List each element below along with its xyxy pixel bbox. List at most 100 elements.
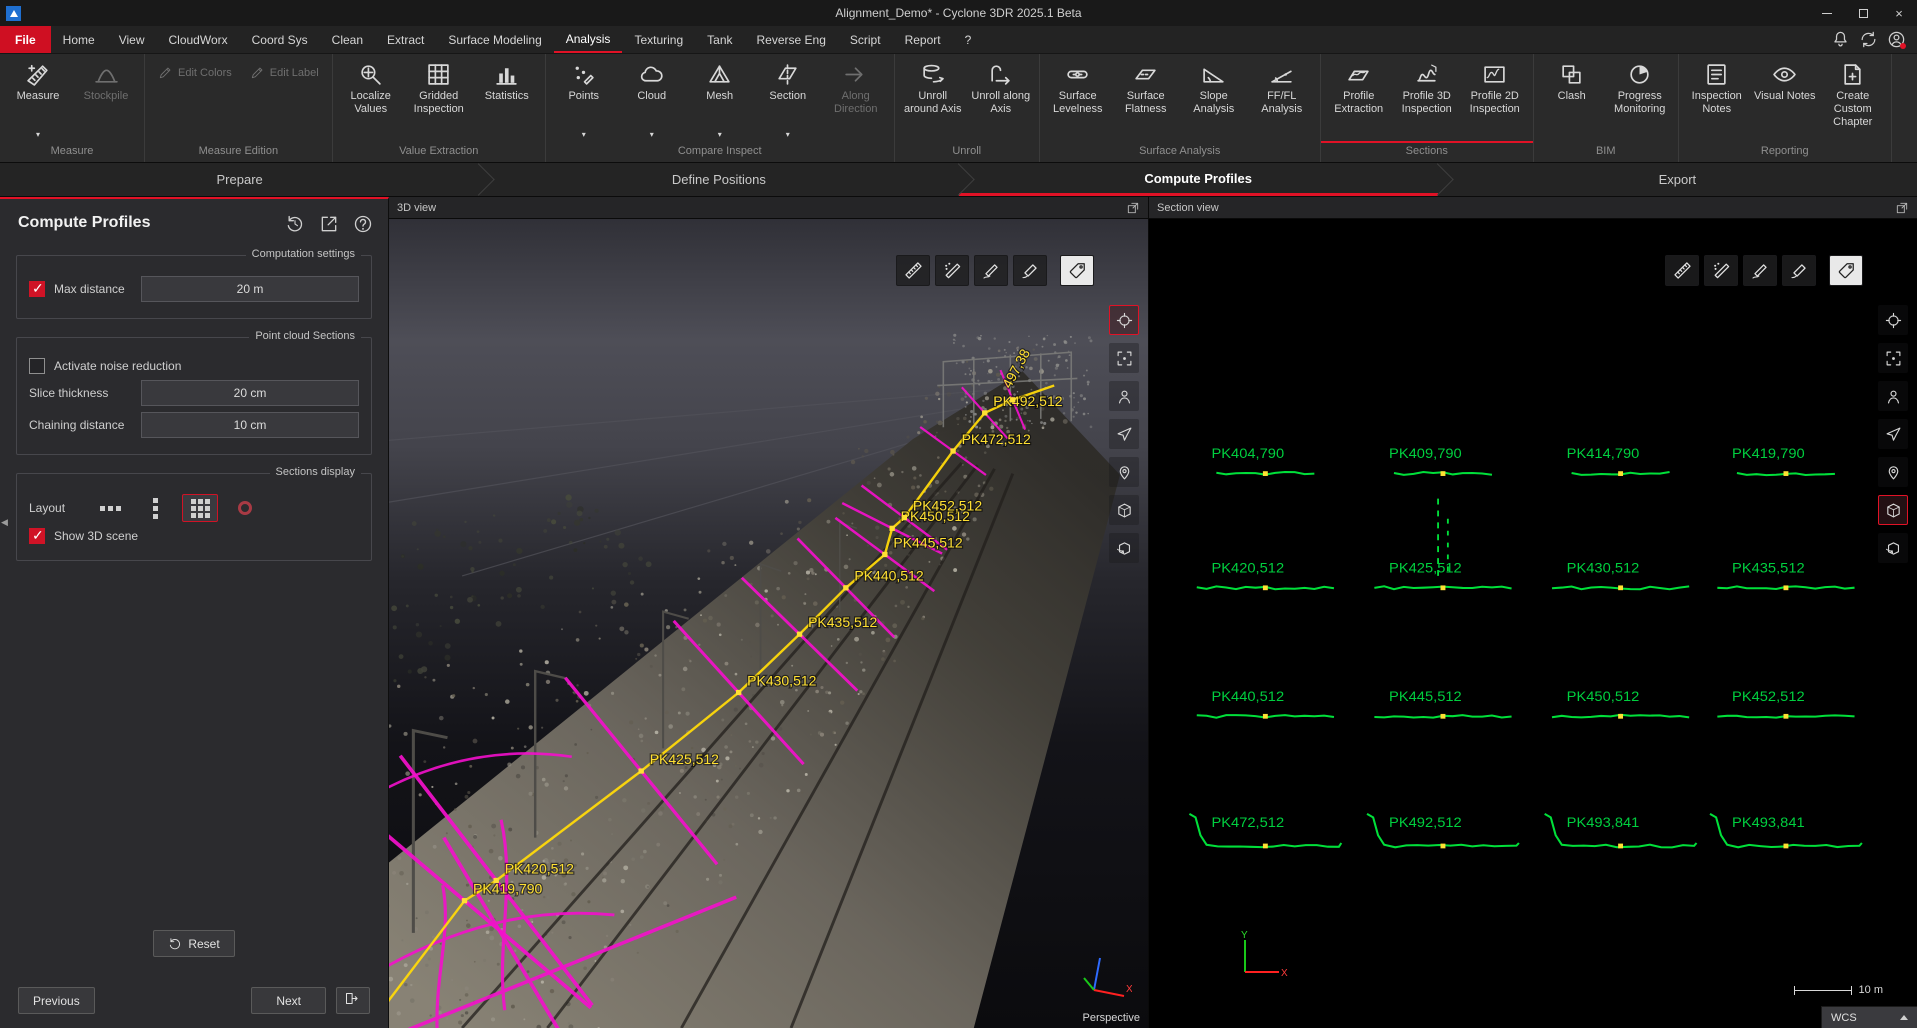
popout-icon[interactable] (1895, 201, 1909, 215)
layout-vertical-button[interactable] (137, 494, 173, 522)
profile-extraction-button[interactable]: Profile Extraction (1325, 57, 1393, 141)
cloud-button[interactable]: Cloud▾ (618, 57, 686, 141)
view-3d-viewport[interactable]: PK419,790PK420,512PK425,512PK430,512PK43… (389, 219, 1148, 1028)
profile-3d-inspection-button[interactable]: Profile 3D Inspection (1393, 57, 1461, 141)
account-button[interactable] (1883, 27, 1909, 53)
profile-2d-inspection-button[interactable]: Profile 2D Inspection (1461, 57, 1529, 141)
section-scene[interactable]: PK404,790PK409,790PK414,790PK419,790PK42… (1149, 219, 1917, 1028)
orbit-center-button[interactable] (1878, 305, 1908, 335)
menu-item-tank[interactable]: Tank (695, 26, 744, 53)
unroll-along-axis-button[interactable]: Unroll along Axis (967, 57, 1035, 141)
finish-and-export-button[interactable] (336, 987, 370, 1014)
orbit-center-button[interactable] (1109, 305, 1139, 335)
menu-item-extract[interactable]: Extract (375, 26, 436, 53)
ff-fl-analysis-button[interactable]: FF/FL Analysis (1248, 57, 1316, 141)
max-distance-input[interactable] (141, 276, 359, 302)
measure-angle-button[interactable] (1782, 255, 1816, 286)
minimize-button[interactable] (1809, 0, 1845, 26)
measure-surface-button[interactable] (1743, 255, 1777, 286)
menu-item-view[interactable]: View (107, 26, 157, 53)
mesh-button[interactable]: Mesh▾ (686, 57, 754, 141)
measure-cloud-button[interactable] (1704, 255, 1738, 286)
fly-mode-button[interactable] (1878, 419, 1908, 449)
surface-levelness-button[interactable]: Surface Levelness (1044, 57, 1112, 141)
menu-item-analysis[interactable]: Analysis (554, 26, 623, 53)
measure-surface-button[interactable] (974, 255, 1008, 286)
zoom-on-selection-button[interactable] (1878, 343, 1908, 373)
section-view-viewport[interactable]: PK404,790PK409,790PK414,790PK419,790PK42… (1149, 219, 1917, 1028)
layout-grid-button[interactable] (182, 494, 218, 522)
layout-horizontal-button[interactable] (92, 494, 128, 522)
menu-item-[interactable]: ? (953, 26, 984, 53)
menu-item-report[interactable]: Report (893, 26, 953, 53)
sync-button[interactable] (1855, 27, 1881, 53)
zoom-on-selection-button[interactable] (1109, 343, 1139, 373)
panel-collapse-handle[interactable]: ◀ (0, 515, 9, 530)
points-button[interactable]: Points▾ (550, 57, 618, 141)
menu-item-clean[interactable]: Clean (320, 26, 375, 53)
show-3d-scene-checkbox[interactable] (29, 528, 45, 544)
max-distance-checkbox[interactable] (29, 281, 45, 297)
statistics-button[interactable]: Statistics (473, 57, 541, 141)
next-button[interactable]: Next (251, 987, 326, 1014)
clipping-box-button[interactable] (1109, 495, 1139, 525)
menu-item-surface-modeling[interactable]: Surface Modeling (436, 26, 553, 53)
menu-item-reverse-eng[interactable]: Reverse Eng (745, 26, 838, 53)
chaining-distance-input[interactable] (141, 412, 359, 438)
progress-monitoring-button[interactable]: Progress Monitoring (1606, 57, 1674, 141)
close-button[interactable]: × (1881, 0, 1917, 26)
measure-cloud-button[interactable] (935, 255, 969, 286)
section-button[interactable]: Section▾ (754, 57, 822, 141)
view-rotation-button[interactable] (1109, 533, 1139, 563)
maximize-button[interactable] (1845, 0, 1881, 26)
unroll-around-axis-button[interactable]: Unroll around Axis (899, 57, 967, 141)
measure-distance-button[interactable] (896, 255, 930, 286)
label-tag-button[interactable] (1060, 255, 1094, 286)
menu-item-texturing[interactable]: Texturing (622, 26, 695, 53)
open-external-button[interactable] (316, 211, 340, 235)
reset-button[interactable]: Reset (153, 930, 234, 957)
localize-values-button[interactable]: Localize Values (337, 57, 405, 141)
menu-item-script[interactable]: Script (838, 26, 893, 53)
label-tag-button[interactable] (1829, 255, 1863, 286)
popout-icon[interactable] (1126, 201, 1140, 215)
layout-circular-button[interactable] (227, 494, 263, 522)
workflow-step-compute-profiles[interactable]: Compute Profiles (959, 163, 1438, 196)
noise-reduction-checkbox[interactable] (29, 358, 45, 374)
measure-angle-button[interactable] (1013, 255, 1047, 286)
examine-mode-button[interactable] (1878, 381, 1908, 411)
3d-scene[interactable]: PK419,790PK420,512PK425,512PK430,512PK43… (389, 219, 1148, 1028)
app-icon (6, 6, 21, 21)
fly-mode-button[interactable] (1109, 419, 1139, 449)
restore-defaults-button[interactable] (282, 211, 306, 235)
levelness-icon (1065, 62, 1090, 87)
previous-button[interactable]: Previous (18, 987, 95, 1014)
measure-button[interactable]: Measure▾ (4, 57, 72, 141)
workflow-step-export[interactable]: Export (1438, 163, 1917, 196)
slice-thickness-input[interactable] (141, 380, 359, 406)
measure-distance-button[interactable] (1665, 255, 1699, 286)
menu-item-home[interactable]: Home (51, 26, 107, 53)
slope-analysis-button[interactable]: Slope Analysis (1180, 57, 1248, 141)
set-rotation-point-button[interactable] (1109, 457, 1139, 487)
view-rotation-button[interactable] (1878, 533, 1908, 563)
create-custom-chapter-button[interactable]: Create Custom Chapter (1819, 57, 1887, 141)
menu-item-cloudworx[interactable]: CloudWorx (156, 26, 239, 53)
menu-item-file[interactable]: File (0, 26, 51, 53)
computation-settings-group: Computation settings Max distance (16, 255, 372, 319)
projection-mode-label[interactable]: Perspective (1083, 1012, 1140, 1024)
examine-mode-button[interactable] (1109, 381, 1139, 411)
coordinate-system-selector[interactable]: WCS (1821, 1006, 1917, 1028)
workflow-step-prepare[interactable]: Prepare (0, 163, 479, 196)
notifications-button[interactable] (1827, 27, 1853, 53)
clipping-box-button[interactable] (1878, 495, 1908, 525)
menu-item-coord-sys[interactable]: Coord Sys (240, 26, 320, 53)
help-button[interactable] (350, 211, 374, 235)
surface-flatness-button[interactable]: Surface Flatness (1112, 57, 1180, 141)
workflow-step-define-positions[interactable]: Define Positions (479, 163, 958, 196)
set-rotation-point-button[interactable] (1878, 457, 1908, 487)
visual-notes-button[interactable]: Visual Notes (1751, 57, 1819, 141)
clash-button[interactable]: Clash (1538, 57, 1606, 141)
gridded-inspection-button[interactable]: Gridded Inspection (405, 57, 473, 141)
inspection-notes-button[interactable]: Inspection Notes (1683, 57, 1751, 141)
